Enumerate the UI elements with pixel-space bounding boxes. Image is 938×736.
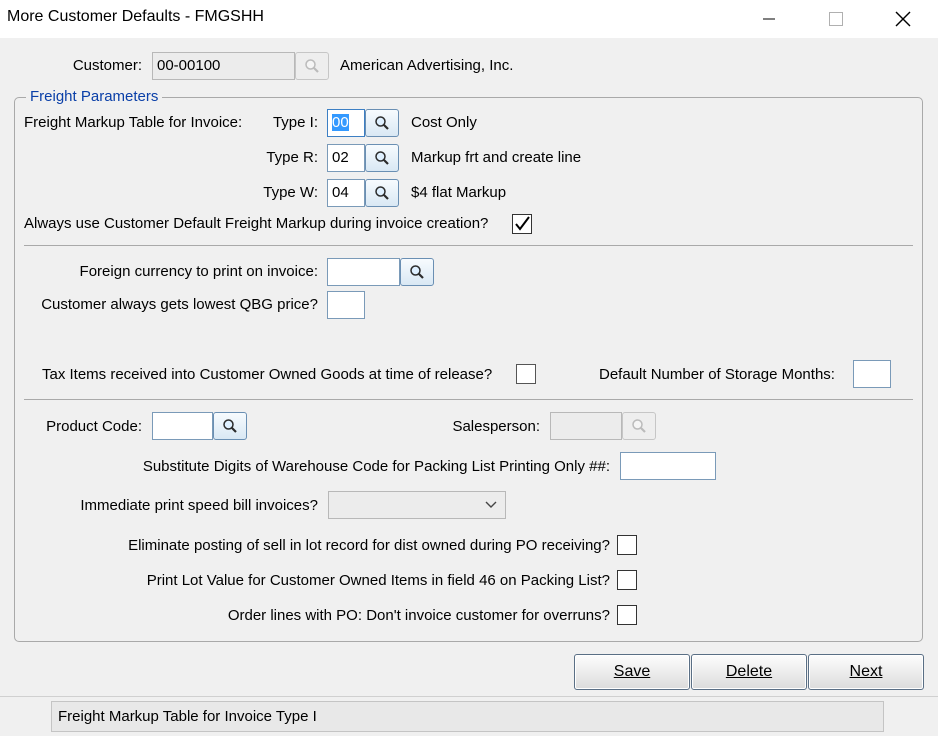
type-r-field[interactable]: 02: [327, 144, 365, 172]
type-i-label: Type I:: [272, 114, 318, 131]
customer-field[interactable]: 00-00100: [152, 52, 295, 80]
search-icon: [375, 116, 389, 130]
product-code-label: Product Code:: [46, 418, 142, 435]
eliminate-posting-checkbox[interactable]: [617, 535, 637, 555]
foreign-currency-lookup-button[interactable]: [400, 258, 434, 286]
freight-table-label: Freight Markup Table for Invoice:: [24, 114, 243, 131]
always-use-checkbox[interactable]: [512, 214, 532, 234]
search-icon: [375, 151, 389, 165]
order-lines-checkbox[interactable]: [617, 605, 637, 625]
foreign-currency-label: Foreign currency to print on invoice:: [79, 263, 318, 280]
type-i-value: 00: [332, 114, 349, 131]
type-r-label: Type R:: [266, 149, 318, 166]
eliminate-posting-label: Eliminate posting of sell in lot record …: [128, 537, 610, 554]
type-r-desc: Markup frt and create line: [411, 149, 582, 166]
close-button[interactable]: [880, 0, 926, 38]
type-i-field[interactable]: 00: [327, 109, 365, 137]
maximize-button[interactable]: [813, 0, 859, 38]
order-lines-label: Order lines with PO: Don't invoice custo…: [227, 607, 610, 624]
search-icon: [305, 59, 319, 73]
maximize-icon: [829, 12, 843, 26]
storage-months-field[interactable]: [853, 360, 891, 388]
delete-label: Delete: [725, 663, 773, 680]
search-icon: [223, 419, 237, 433]
search-icon: [375, 186, 389, 200]
substitute-digits-label: Substitute Digits of Warehouse Code for …: [142, 458, 610, 475]
type-w-desc: $4 flat Markup: [411, 184, 507, 201]
next-button[interactable]: Next: [808, 654, 924, 690]
status-bar: Freight Markup Table for Invoice Type I: [51, 701, 884, 732]
type-w-lookup-button[interactable]: [365, 179, 399, 207]
customer-name: American Advertising, Inc.: [340, 57, 514, 74]
type-w-label: Type W:: [263, 184, 318, 201]
type-w-field[interactable]: 04: [327, 179, 365, 207]
product-code-field[interactable]: [152, 412, 213, 440]
save-button[interactable]: Save: [574, 654, 690, 690]
lowest-qbg-field[interactable]: [327, 291, 365, 319]
immediate-print-label: Immediate print speed bill invoices?: [80, 497, 318, 514]
print-lot-value-label: Print Lot Value for Customer Owned Items…: [146, 572, 610, 589]
salesperson-lookup-button[interactable]: [622, 412, 656, 440]
customer-lookup-button[interactable]: [295, 52, 329, 80]
storage-months-label: Default Number of Storage Months:: [599, 366, 835, 383]
tax-items-label: Tax Items received into Customer Owned G…: [42, 366, 493, 383]
search-icon: [410, 265, 424, 279]
foreign-currency-field[interactable]: [327, 258, 400, 286]
immediate-print-select[interactable]: [328, 491, 506, 519]
close-icon: [895, 11, 911, 27]
print-lot-value-checkbox[interactable]: [617, 570, 637, 590]
delete-button[interactable]: Delete: [691, 654, 807, 690]
freight-parameters-legend: Freight Parameters: [26, 88, 163, 105]
type-i-lookup-button[interactable]: [365, 109, 399, 137]
tax-items-checkbox[interactable]: [516, 364, 536, 384]
window-title: More Customer Defaults - FMGSHH: [7, 8, 264, 25]
checkmark-icon: [515, 216, 530, 231]
separator: [24, 399, 913, 400]
substitute-digits-field[interactable]: [620, 452, 716, 480]
minimize-icon: [763, 18, 775, 20]
salesperson-label: Salesperson:: [452, 418, 540, 435]
lowest-qbg-label: Customer always gets lowest QBG price?: [41, 296, 318, 313]
customer-label: Customer:: [72, 57, 142, 74]
minimize-button[interactable]: [746, 0, 792, 38]
next-label: Next: [849, 663, 883, 680]
product-code-lookup-button[interactable]: [213, 412, 247, 440]
status-separator: [0, 696, 938, 697]
type-r-lookup-button[interactable]: [365, 144, 399, 172]
search-icon: [632, 419, 646, 433]
chevron-down-icon: [485, 501, 497, 508]
type-i-desc: Cost Only: [411, 114, 477, 131]
separator: [24, 245, 913, 246]
save-label: Save: [613, 663, 651, 680]
always-use-label: Always use Customer Default Freight Mark…: [24, 215, 489, 232]
salesperson-field[interactable]: [550, 412, 622, 440]
